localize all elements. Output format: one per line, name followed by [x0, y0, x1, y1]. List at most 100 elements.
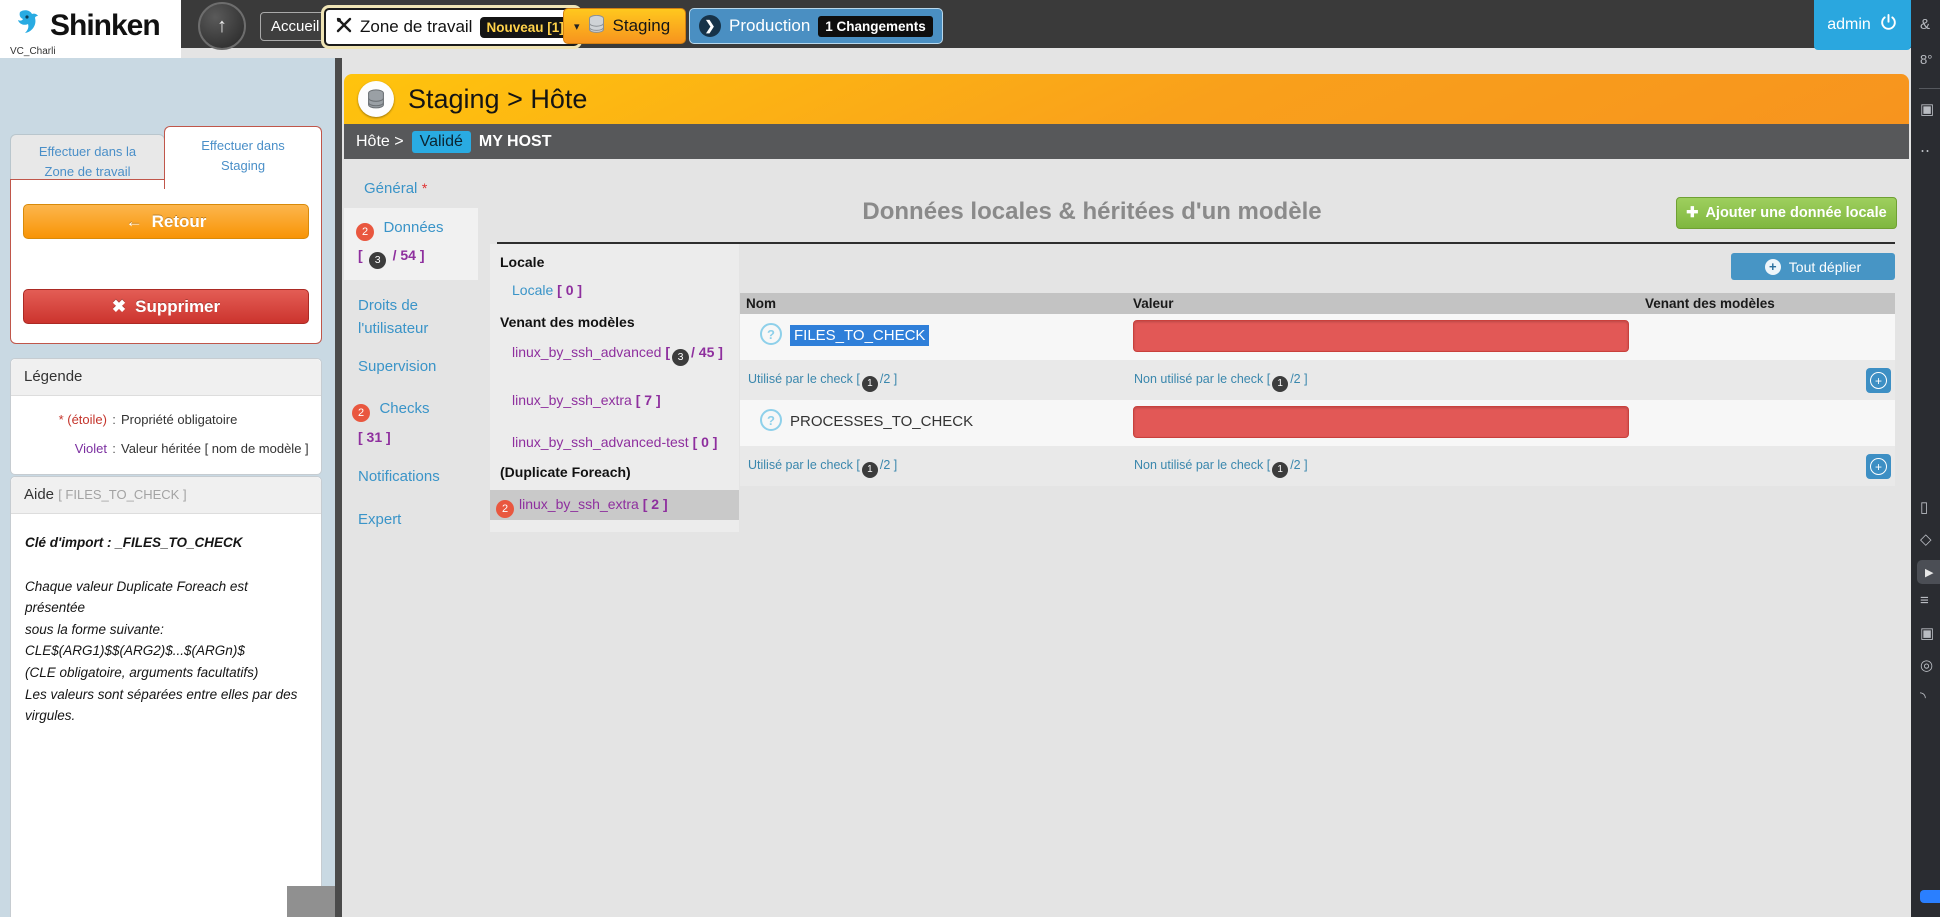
console-icon[interactable]: ▣: [1920, 624, 1934, 642]
home-button-label: Accueil: [271, 18, 319, 35]
right-tool-strip: & 8° ▣ ‥ ▯ ◇ ▶ ≡ ▣ ◎ ◝: [1911, 0, 1940, 917]
subnav-item-linux-by-ssh-advanced[interactable]: linux_by_ssh_advanced [3/ 45 ]: [512, 344, 723, 366]
legend-item-inherited: Violet : Valeur héritée [ nom de modèle …: [11, 441, 313, 456]
action-panel: ← Retour ✖ Supprimer: [10, 179, 322, 344]
strip-bottom-accent: [1920, 890, 1940, 903]
check-count-total: /2 ]: [880, 458, 897, 472]
not-used-by-check-link[interactable]: Non utilisé par le check [1/2 ]: [1134, 458, 1308, 478]
help-question-icon[interactable]: ?: [760, 323, 782, 345]
legend-violet-term: Violet: [11, 441, 107, 456]
used-by-check-link[interactable]: Utilisé par le check [1/2 ]: [748, 458, 897, 478]
locale-link-label: Locale: [512, 282, 553, 298]
grid-icon[interactable]: ▣: [1920, 100, 1934, 118]
hexagon-icon[interactable]: ◇: [1920, 530, 1932, 548]
graph-icon[interactable]: 8°: [1920, 52, 1932, 67]
table-row: ? PROCESSES_TO_CHECK: [740, 400, 1895, 446]
admin-label: admin: [1827, 16, 1871, 34]
key-icon[interactable]: ◝: [1920, 688, 1926, 706]
help-question-icon[interactable]: ?: [760, 409, 782, 431]
nav-item-droits[interactable]: Droits de l'utilisateur: [358, 294, 470, 341]
add-model-value-button[interactable]: +: [1866, 368, 1891, 393]
legend-violet-desc: Valeur héritée [ nom de modèle ]: [121, 441, 313, 456]
breadcrumb: Hôte > Validé MY HOST: [344, 124, 1909, 159]
help-line: Chaque valeur Duplicate Foreach est prés…: [25, 576, 307, 619]
help-title: Aide: [24, 486, 54, 503]
workzone-button[interactable]: Zone de travail Nouveau [1]: [324, 8, 579, 46]
subnav-item-locale[interactable]: Locale [ 0 ]: [512, 282, 582, 298]
nav-item-general[interactable]: Général *: [364, 180, 427, 198]
data-key-name[interactable]: FILES_TO_CHECK: [790, 325, 929, 346]
used-by-check-link[interactable]: Utilisé par le check [1/2 ]: [748, 372, 897, 392]
add-button-label: Ajouter une donnée locale: [1705, 205, 1886, 221]
database-icon: [358, 81, 394, 117]
help-line: Les valeurs sont séparées entre elles pa…: [25, 684, 307, 706]
expand-all-button[interactable]: + Tout déplier: [1731, 253, 1895, 280]
nav-notifications-label: Notifications: [358, 468, 440, 485]
play-icon[interactable]: ▶: [1917, 560, 1940, 584]
subnav-item-linux-by-ssh-advanced-test[interactable]: linux_by_ssh_advanced-test [ 0 ]: [512, 434, 717, 450]
table-row-details: Utilisé par le check [1/2 ] Non utilisé …: [740, 446, 1895, 486]
workzone-new-badge: Nouveau [1]: [480, 17, 569, 38]
nav-item-expert[interactable]: Expert: [358, 511, 401, 528]
subnav-item-linux-by-ssh-extra[interactable]: linux_by_ssh_extra [ 7 ]: [512, 392, 661, 408]
nav-donnees-label: Données: [383, 219, 443, 236]
back-button-label: Retour: [152, 212, 207, 232]
sidebar-divider: [335, 58, 342, 917]
nav-item-donnees[interactable]: 2 Données [ 3 / 54 ]: [344, 208, 478, 280]
scrollbar-corner: [287, 886, 335, 917]
error-count-badge: 2: [356, 223, 374, 241]
legend-star-term: * (étoile): [11, 412, 107, 427]
brand-subtitle: VC_Charli: [10, 46, 56, 57]
admin-user-button[interactable]: admin: [1814, 0, 1911, 50]
column-header-modeles: Venant des modèles: [1645, 296, 1775, 311]
production-button-label: Production: [729, 16, 810, 36]
trash-icon[interactable]: ▯: [1920, 498, 1928, 516]
help-line: CLE$(ARG1)$$(ARG2)$...$(ARGn)$: [25, 640, 307, 662]
share-icon[interactable]: &: [1920, 16, 1930, 33]
more-icon[interactable]: ‥: [1920, 138, 1930, 156]
nav-supervision-label: Supervision: [358, 358, 436, 375]
topbar: ↑ Accueil Zone de travail Nouveau [1] ▾ …: [0, 0, 1940, 48]
value-input[interactable]: [1133, 320, 1629, 352]
breadcrumb-host-name: MY HOST: [479, 133, 552, 151]
staging-button[interactable]: ▾ Staging: [563, 8, 686, 44]
menu-icon[interactable]: ≡: [1920, 592, 1929, 609]
help-context-label: [ FILES_TO_CHECK ]: [58, 487, 186, 502]
add-model-value-button[interactable]: +: [1866, 454, 1891, 479]
delete-button-label: Supprimer: [135, 297, 220, 317]
model-label: linux_by_ssh_extra: [519, 496, 639, 512]
check-count-total: /2 ]: [1290, 372, 1307, 386]
help-panel: Aide [ FILES_TO_CHECK ] Clé d'import : _…: [10, 476, 322, 917]
data-key-name[interactable]: PROCESSES_TO_CHECK: [790, 413, 973, 430]
nav-item-notifications[interactable]: Notifications: [358, 468, 440, 485]
inherited-count-badge: 3: [369, 252, 386, 269]
production-button[interactable]: ❯ Production 1 Changements: [689, 8, 943, 44]
add-local-data-button[interactable]: ✚ Ajouter une donnée locale: [1676, 197, 1897, 229]
alert-icon[interactable]: ◎: [1920, 656, 1933, 674]
cross-icon: ✖: [112, 297, 126, 317]
check-count-badge: 1: [1272, 462, 1288, 478]
nav-item-supervision[interactable]: Supervision: [358, 358, 436, 375]
workzone-button-label: Zone de travail: [360, 17, 472, 37]
legend-item-required: * (étoile) : Propriété obligatoire: [11, 412, 313, 427]
error-count-badge: 2: [496, 500, 514, 518]
used-by-check-text: Utilisé par le check [: [748, 372, 860, 386]
back-button[interactable]: ← Retour: [23, 204, 309, 239]
home-button[interactable]: Accueil: [260, 12, 330, 41]
subnav-item-duplicate-linux-by-ssh-extra[interactable]: 2linux_by_ssh_extra [ 2 ]: [490, 490, 739, 520]
error-count-badge: 2: [352, 404, 370, 422]
delete-button[interactable]: ✖ Supprimer: [23, 289, 309, 324]
not-used-by-check-link[interactable]: Non utilisé par le check [1/2 ]: [1134, 372, 1308, 392]
legend-separator: :: [107, 412, 121, 427]
check-count-total: /2 ]: [1290, 458, 1307, 472]
legend-star-desc: Propriété obligatoire: [121, 412, 313, 427]
help-line: sous la forme suivante:: [25, 619, 307, 641]
scroll-top-button[interactable]: ↑: [198, 2, 246, 50]
table-header-row: Nom Valeur Venant des modèles: [740, 293, 1895, 314]
nav-item-checks[interactable]: 2 Checks [ 31 ]: [352, 400, 429, 445]
legend-separator: :: [107, 441, 121, 456]
plus-circle-icon: +: [1765, 259, 1781, 275]
value-input[interactable]: [1133, 406, 1629, 438]
subnav-header-models: Venant des modèles: [500, 314, 635, 330]
tab-effectuer-staging[interactable]: Effectuer dans Staging: [164, 126, 322, 189]
